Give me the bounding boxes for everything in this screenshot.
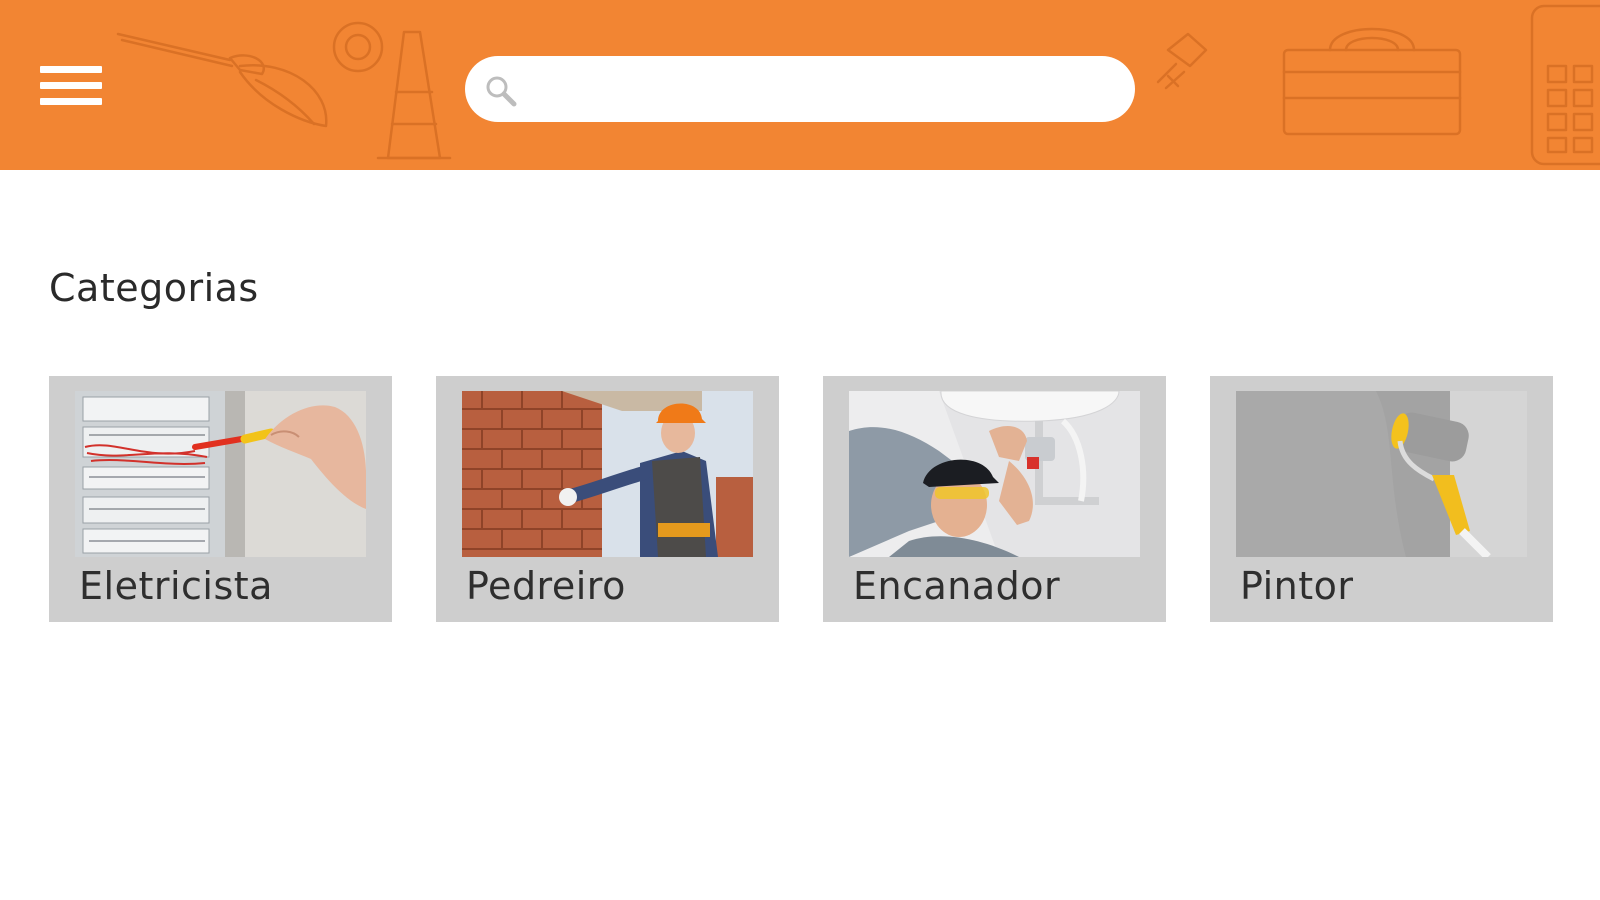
paint-roller-image xyxy=(1236,391,1527,557)
category-card-pintor[interactable]: Pintor xyxy=(1210,376,1553,622)
electrician-image xyxy=(75,391,366,557)
category-label: Encanador xyxy=(853,564,1061,608)
categories-grid: Eletricista Pedreiro Encanador Pintor xyxy=(49,376,1553,622)
hamburger-menu-icon[interactable] xyxy=(38,64,104,112)
search-bar[interactable] xyxy=(465,56,1135,122)
search-icon xyxy=(486,76,517,107)
app-header xyxy=(0,0,1600,170)
search-input[interactable] xyxy=(529,66,1113,114)
menu-bar xyxy=(40,66,102,73)
category-card-encanador[interactable]: Encanador xyxy=(823,376,1166,622)
page-title: Categorias xyxy=(49,266,259,310)
category-card-eletricista[interactable]: Eletricista xyxy=(49,376,392,622)
category-label: Pintor xyxy=(1240,564,1354,608)
plumber-image xyxy=(849,391,1140,557)
menu-bar xyxy=(40,82,102,89)
mason-image xyxy=(462,391,753,557)
menu-bar xyxy=(40,98,102,105)
category-label: Pedreiro xyxy=(466,564,626,608)
category-label: Eletricista xyxy=(79,564,273,608)
category-card-pedreiro[interactable]: Pedreiro xyxy=(436,376,779,622)
